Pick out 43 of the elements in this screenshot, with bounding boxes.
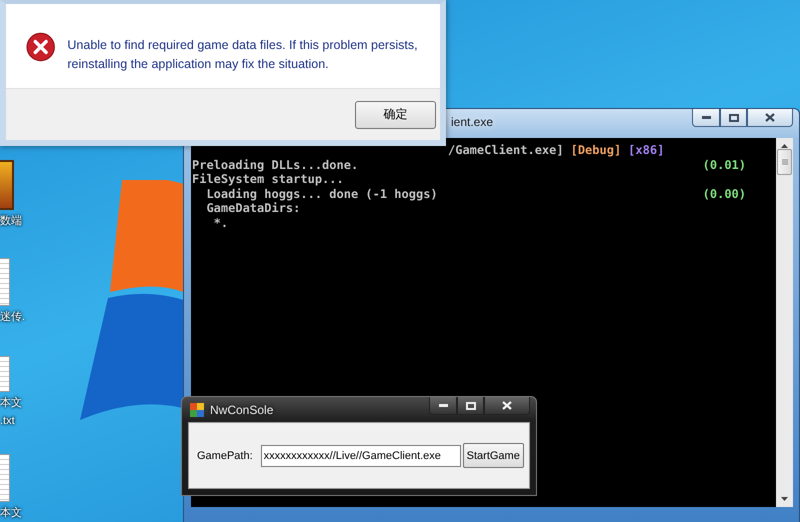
game-path-label: GamePath:: [197, 450, 253, 462]
maximize-icon: [728, 114, 738, 122]
scroll-down-icon[interactable]: [781, 497, 788, 501]
close-button[interactable]: [747, 109, 793, 127]
maximize-button[interactable]: [457, 397, 484, 415]
window-title: ient.exe: [451, 115, 494, 129]
scrollbar[interactable]: [776, 138, 793, 507]
console-line: Loading hoggs... done (-1 hoggs): [205, 186, 438, 202]
game-path-field[interactable]: xxxxxxxxxxxx//Live//GameClient.exe: [260, 444, 461, 466]
desktop-icon-label[interactable]: 本文: [0, 396, 22, 410]
console-line: *.: [212, 216, 228, 231]
close-button[interactable]: [484, 397, 530, 415]
error-icon: [26, 32, 56, 62]
document-icon[interactable]: [0, 454, 10, 502]
minimize-icon: [438, 404, 448, 407]
window-title: NwConSole: [210, 403, 274, 417]
console-header-text: /GameClient.exe]: [448, 143, 564, 158]
desktop-icon-label[interactable]: 本文: [0, 506, 22, 520]
app-icon: [190, 403, 204, 417]
console-header-text: [x86]: [628, 143, 664, 158]
minimize-icon: [702, 116, 710, 119]
console-line: GameDataDirs:: [205, 201, 300, 216]
minimize-button[interactable]: [692, 109, 720, 127]
ok-button[interactable]: 确定: [355, 100, 436, 128]
start-game-button[interactable]: StartGame: [462, 443, 524, 468]
minimize-button[interactable]: [429, 397, 457, 415]
document-icon[interactable]: [0, 258, 10, 306]
console-timing: (0.00): [702, 186, 746, 202]
document-icon[interactable]: [0, 356, 10, 392]
console-header-text: [Debug]: [570, 143, 622, 158]
close-icon: [765, 113, 775, 122]
console-line: Preloading DLLs...done.: [192, 158, 358, 172]
desktop-icon-label[interactable]: .txt: [0, 414, 15, 428]
desktop-icon-label[interactable]: 数端: [0, 214, 22, 228]
console-timing: (0.01): [702, 158, 746, 172]
scroll-thumb[interactable]: [777, 149, 792, 175]
close-icon: [502, 401, 512, 410]
desktop-icon-label[interactable]: 迷传.: [0, 310, 26, 324]
game-icon[interactable]: [0, 160, 14, 210]
maximize-icon: [466, 402, 476, 410]
maximize-button[interactable]: [720, 109, 747, 127]
console-line: FileSystem startup...: [192, 172, 344, 187]
error-message: Unable to find required game data files. If this problem persists, reinstalling the application may fix the situation.: [67, 37, 419, 73]
